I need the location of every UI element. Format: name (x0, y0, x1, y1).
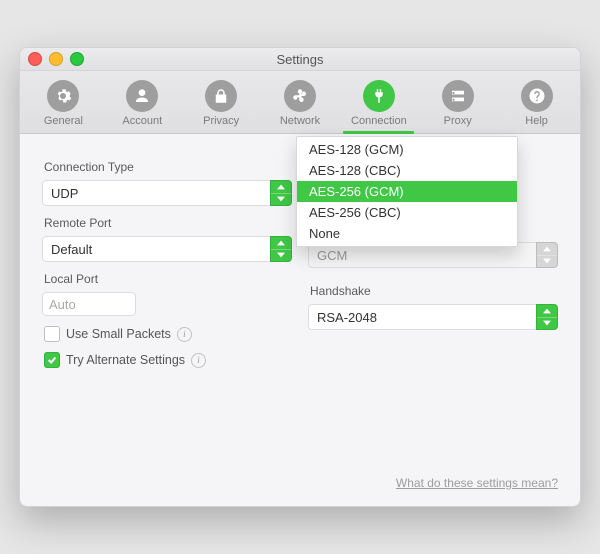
remote-port-select[interactable]: Default (42, 236, 270, 262)
connection-type-stepper[interactable] (270, 180, 292, 206)
tab-label: Help (525, 115, 548, 127)
tab-connection[interactable]: Connection (339, 77, 418, 133)
tab-label: Proxy (444, 115, 472, 127)
remote-port-stepper[interactable] (270, 236, 292, 262)
tab-label: Privacy (203, 115, 239, 127)
person-icon (126, 80, 158, 112)
gear-icon (47, 80, 79, 112)
content: Connection Type UDP Remote Port Default … (20, 134, 580, 506)
tab-label: Connection (351, 115, 407, 127)
remote-port-field: Default (42, 236, 292, 262)
use-small-packets-row: Use Small Packets i (44, 326, 292, 342)
encryption-stepper[interactable] (536, 242, 558, 268)
server-icon (442, 80, 474, 112)
encryption-option[interactable]: AES-128 (CBC) (297, 160, 517, 181)
local-port-input[interactable]: Auto (42, 292, 136, 316)
question-icon (521, 80, 553, 112)
tab-network[interactable]: Network (261, 77, 340, 133)
use-small-packets-checkbox[interactable] (44, 326, 60, 342)
handshake-field: RSA-2048 (308, 304, 558, 330)
settings-window: Settings General Account Privacy Networ (19, 47, 581, 507)
plug-icon (363, 80, 395, 112)
help-link[interactable]: What do these settings mean? (396, 476, 558, 490)
local-port-label: Local Port (44, 272, 292, 286)
maximize-icon[interactable] (70, 52, 84, 66)
handshake-select[interactable]: RSA-2048 (308, 304, 536, 330)
left-column: Connection Type UDP Remote Port Default … (42, 156, 292, 494)
connection-type-select[interactable]: UDP (42, 180, 270, 206)
tab-label: Account (122, 115, 162, 127)
try-alternate-label: Try Alternate Settings (66, 353, 185, 367)
titlebar: Settings (20, 48, 580, 71)
connection-type-label: Connection Type (44, 160, 292, 174)
handshake-label: Handshake (310, 284, 558, 298)
try-alternate-checkbox[interactable] (44, 352, 60, 368)
info-icon[interactable]: i (177, 327, 192, 342)
encryption-dropdown: AES-128 (GCM) AES-128 (CBC) AES-256 (GCM… (296, 136, 518, 247)
use-small-packets-label: Use Small Packets (66, 327, 171, 341)
encryption-option-selected[interactable]: AES-256 (GCM) (297, 181, 517, 202)
window-title: Settings (20, 52, 580, 67)
window-controls (28, 52, 84, 66)
minimize-icon[interactable] (49, 52, 63, 66)
lock-icon (205, 80, 237, 112)
remote-port-label: Remote Port (44, 216, 292, 230)
encryption-option[interactable]: AES-128 (GCM) (297, 139, 517, 160)
tab-help[interactable]: Help (497, 77, 576, 133)
network-icon (284, 80, 316, 112)
connection-type-field: UDP (42, 180, 292, 206)
settings-toolbar: General Account Privacy Network Connecti… (20, 71, 580, 134)
encryption-option[interactable]: None (297, 223, 517, 244)
tab-general[interactable]: General (24, 77, 103, 133)
tab-proxy[interactable]: Proxy (418, 77, 497, 133)
tab-account[interactable]: Account (103, 77, 182, 133)
handshake-stepper[interactable] (536, 304, 558, 330)
encryption-option[interactable]: AES-256 (CBC) (297, 202, 517, 223)
tab-label: Network (280, 115, 320, 127)
try-alternate-row: Try Alternate Settings i (44, 352, 292, 368)
local-port-placeholder: Auto (49, 297, 76, 312)
close-icon[interactable] (28, 52, 42, 66)
tab-privacy[interactable]: Privacy (182, 77, 261, 133)
tab-label: General (44, 115, 83, 127)
info-icon[interactable]: i (191, 353, 206, 368)
